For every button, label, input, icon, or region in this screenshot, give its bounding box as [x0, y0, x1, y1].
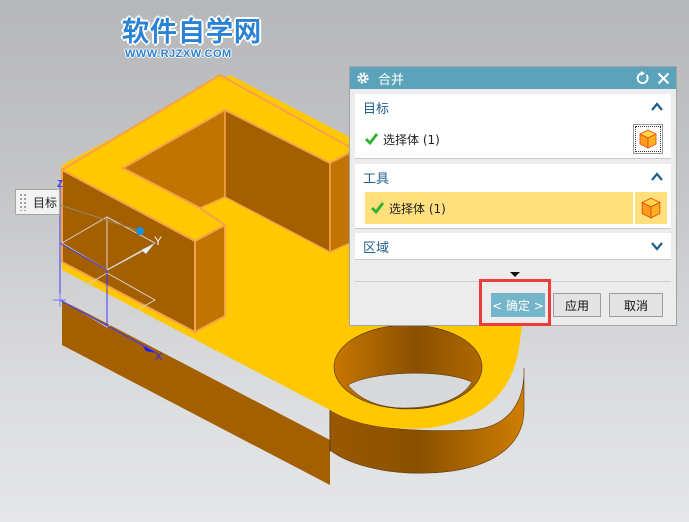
block-end-face	[194, 223, 226, 334]
cancel-button[interactable]: 取消	[609, 293, 663, 317]
watermark-url: WWW.RJZXW.COM	[125, 48, 232, 60]
reset-icon[interactable]	[636, 71, 650, 85]
target-select-row[interactable]: 选择体 (1)	[355, 120, 671, 158]
y-axis-label: Y	[154, 234, 162, 248]
handle-sphere[interactable]	[136, 227, 144, 235]
more-options-arrow-icon[interactable]	[510, 272, 520, 277]
target-tag-label: 目标	[33, 195, 58, 210]
tool-select-highlight[interactable]: 选择体 (1)	[365, 192, 633, 224]
cube-icon	[641, 197, 661, 219]
section-region: 区域	[355, 233, 671, 260]
section-target: 目标 选择体 (1)	[355, 94, 671, 159]
check-icon	[365, 133, 378, 145]
target-select-text: 选择体 (1)	[383, 132, 440, 147]
dialog-title: 合并	[378, 72, 405, 88]
highlight-annotation	[479, 279, 551, 326]
section-target-label: 目标	[363, 101, 390, 117]
block-right-face	[329, 150, 351, 254]
apply-button[interactable]: 应用	[553, 293, 601, 317]
section-region-label: 区域	[363, 240, 390, 256]
x-axis-label: X	[155, 351, 163, 363]
tool-select-row[interactable]: 选择体 (1)	[355, 190, 671, 228]
section-target-header[interactable]: 目标	[355, 94, 671, 120]
close-icon[interactable]	[656, 71, 670, 85]
select-body-button[interactable]	[633, 124, 663, 154]
section-tool: 工具 选择体 (1)	[355, 164, 671, 229]
watermark-title: 软件自学网	[122, 17, 262, 48]
gear-icon[interactable]	[356, 71, 370, 85]
select-tool-body-button[interactable]	[635, 192, 667, 224]
chevron-down-icon[interactable]	[651, 241, 663, 251]
watermark: 软件自学网 WWW.RJZXW.COM	[122, 17, 262, 61]
section-region-header[interactable]: 区域	[355, 233, 671, 259]
dialog-titlebar[interactable]: 合并	[350, 67, 676, 89]
section-tool-label: 工具	[363, 171, 390, 187]
target-tag[interactable]: 目标	[15, 189, 60, 215]
chevron-up-icon[interactable]	[651, 172, 663, 182]
chevron-up-icon[interactable]	[651, 102, 663, 112]
drag-grip-icon[interactable]	[19, 193, 27, 211]
check-icon	[371, 202, 384, 214]
section-tool-header[interactable]: 工具	[355, 164, 671, 190]
tool-select-text: 选择体 (1)	[389, 201, 446, 216]
cube-icon	[639, 129, 657, 149]
